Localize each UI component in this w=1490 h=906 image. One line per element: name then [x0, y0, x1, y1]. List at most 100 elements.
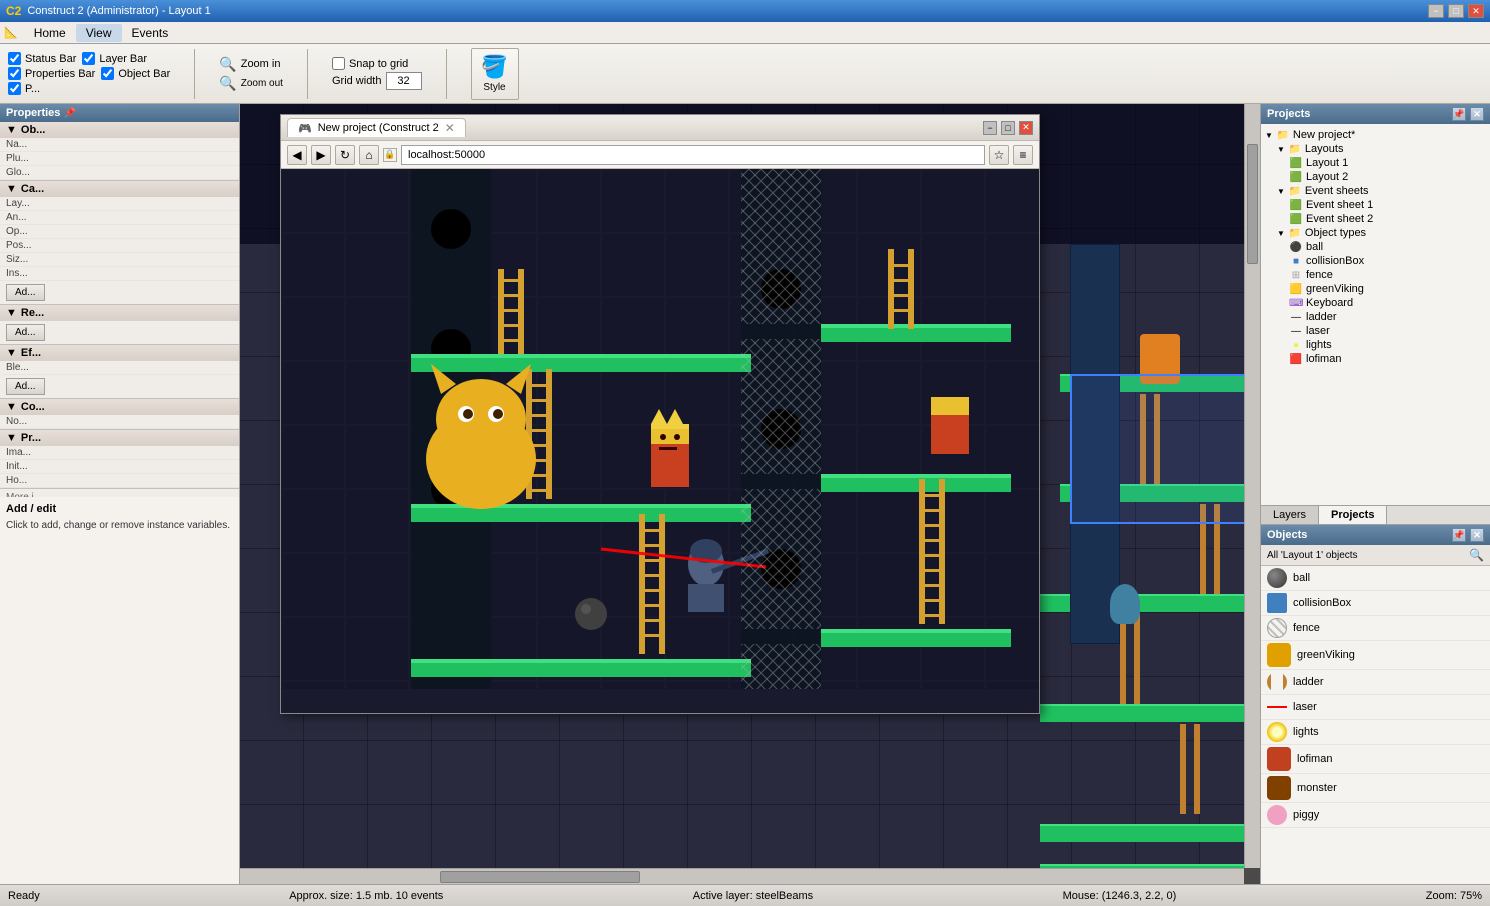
maximize-button[interactable]: □ [1448, 4, 1464, 18]
objects-close-button[interactable]: ✕ [1470, 528, 1484, 542]
canvas-scrollbar-horizontal[interactable] [240, 868, 1244, 884]
browser-maximize[interactable]: □ [1001, 121, 1015, 135]
tree-item-layout2[interactable]: 🟩 Layout 2 [1265, 170, 1486, 184]
home-button[interactable]: ⌂ [359, 145, 379, 165]
props-add-btn-1[interactable]: Ad... [6, 284, 45, 301]
extra-bar-check[interactable]: P... [8, 82, 40, 95]
obj-row-lofiman[interactable]: lofiman [1261, 745, 1490, 774]
snap-to-grid-checkbox[interactable] [332, 57, 345, 70]
menu-view[interactable]: View [76, 24, 122, 42]
object-bar-check[interactable]: Object Bar [101, 67, 170, 80]
projects-close-button[interactable]: ✕ [1470, 107, 1484, 121]
properties-panel: Properties 📌 ▼ Ob... Na... Plu... Glo... [0, 104, 240, 884]
props-section-ef-header[interactable]: ▼ Ef... [0, 345, 239, 361]
tree-item-ladder[interactable]: — ladder [1265, 310, 1486, 324]
main-layout: Properties 📌 ▼ Ob... Na... Plu... Glo... [0, 104, 1490, 884]
scroll-thumb-vertical[interactable] [1247, 144, 1258, 264]
obj-row-ball[interactable]: ball [1261, 566, 1490, 591]
browser-close[interactable]: ✕ [1019, 121, 1033, 135]
obj-row-laser[interactable]: laser [1261, 695, 1490, 720]
tab-projects[interactable]: Projects [1319, 506, 1387, 524]
grid-width-input[interactable] [386, 72, 422, 90]
objects-pin-button[interactable]: 📌 [1452, 528, 1466, 542]
tree-item-event2[interactable]: 🟩 Event sheet 2 [1265, 212, 1486, 226]
tree-item-event1[interactable]: 🟩 Event sheet 1 [1265, 198, 1486, 212]
tree-item-eventsheets[interactable]: ▼ 📁 Event sheets [1265, 184, 1486, 198]
canvas-scrollbar-vertical[interactable] [1244, 104, 1260, 868]
style-icon: 🪣 [481, 54, 508, 80]
tree-item-keyboard[interactable]: ⌨ Keyboard [1265, 296, 1486, 310]
layer-bar-check[interactable]: Layer Bar [82, 52, 147, 65]
properties-bar-check[interactable]: Properties Bar [8, 67, 95, 80]
props-row-size: Siz... [0, 253, 239, 267]
minimize-button[interactable]: − [1428, 4, 1444, 18]
obj-row-collisionbox[interactable]: collisionBox [1261, 591, 1490, 616]
tree-item-lofiman[interactable]: 🟥 lofiman [1265, 352, 1486, 366]
laser-obj-label: laser [1293, 701, 1317, 713]
ball-object-icon [1267, 568, 1287, 588]
obj-row-ladder[interactable]: ladder [1261, 670, 1490, 695]
back-button[interactable]: ◀ [287, 145, 307, 165]
layer-bar-checkbox[interactable] [82, 52, 95, 65]
scroll-thumb-horizontal[interactable] [440, 871, 640, 883]
props-section-re-header[interactable]: ▼ Re... [0, 305, 239, 321]
browser-minimize[interactable]: − [983, 121, 997, 135]
browser-window[interactable]: 🎮 New project (Construct 2 ✕ − □ ✕ ◀ ▶ ↻… [280, 114, 1040, 714]
canvas-area[interactable]: 🎮 New project (Construct 2 ✕ − □ ✕ ◀ ▶ ↻… [240, 104, 1260, 884]
style-button[interactable]: 🪣 Style [471, 48, 519, 100]
props-add-btn-2[interactable]: Ad... [6, 324, 45, 341]
obj-row-monster[interactable]: monster [1261, 774, 1490, 803]
status-bar: Ready Approx. size: 1.5 mb. 10 events Ac… [0, 884, 1490, 906]
tree-item-laser[interactable]: — laser [1265, 324, 1486, 338]
props-section-pr-header[interactable]: ▼ Pr... [0, 430, 239, 446]
game-scene-svg [281, 169, 1039, 689]
tree-item-lights[interactable]: ● lights [1265, 338, 1486, 352]
obj-row-fence[interactable]: fence [1261, 616, 1490, 641]
tab-layers[interactable]: Layers [1261, 506, 1319, 524]
tree-item-ball[interactable]: ⚫ ball [1265, 240, 1486, 254]
title-bar: C2 Construct 2 (Administrator) - Layout … [0, 0, 1490, 22]
status-bar-checkbox[interactable] [8, 52, 21, 65]
char-player-editor [1110, 584, 1140, 624]
menu-home[interactable]: Home [24, 24, 76, 42]
forward-button[interactable]: ▶ [311, 145, 331, 165]
refresh-button[interactable]: ↻ [335, 145, 355, 165]
tree-item-greenviking[interactable]: 🟨 greenViking [1265, 282, 1486, 296]
zoom-in-label[interactable]: Zoom in [241, 58, 281, 70]
zoom-out-label[interactable]: Zoom out [241, 78, 283, 89]
url-bar[interactable] [401, 145, 985, 165]
status-bar-check[interactable]: Status Bar [8, 52, 76, 65]
close-button[interactable]: ✕ [1468, 4, 1484, 18]
browser-window-controls: − □ ✕ [983, 121, 1033, 135]
props-section-object-header[interactable]: ▼ Ob... [0, 122, 239, 138]
tree-item-collisionbox[interactable]: ■ collisionBox [1265, 254, 1486, 268]
obj-row-greenviking[interactable]: greenViking [1261, 641, 1490, 670]
tree-item-layout1[interactable]: 🟩 Layout 1 [1265, 156, 1486, 170]
browser-tab-close[interactable]: ✕ [445, 121, 455, 135]
menu-events[interactable]: Events [122, 24, 179, 42]
props-section-co-header[interactable]: ▼ Co... [0, 399, 239, 415]
properties-bar-checkbox[interactable] [8, 67, 21, 80]
browser-tab[interactable]: 🎮 New project (Construct 2 ✕ [287, 118, 466, 137]
lights-label: lights [1306, 339, 1332, 351]
obj-row-lights[interactable]: lights [1261, 720, 1490, 745]
keyboard-tree-icon: ⌨ [1289, 298, 1303, 309]
projects-pin-button[interactable]: 📌 [1452, 107, 1466, 121]
objects-filter-icon[interactable]: 🔍 [1469, 548, 1484, 562]
object-bar-checkbox[interactable] [101, 67, 114, 80]
props-row-name: Na... [0, 138, 239, 152]
tree-item-layouts[interactable]: ▼ 📁 Layouts [1265, 142, 1486, 156]
bookmark-button[interactable]: ☆ [989, 145, 1009, 165]
menu-button[interactable]: ≡ [1013, 145, 1033, 165]
snap-to-grid-row: Snap to grid [332, 57, 422, 70]
tree-item-newproject[interactable]: ▼ 📁 New project* [1265, 128, 1486, 142]
obj-row-piggy[interactable]: piggy [1261, 803, 1490, 828]
eventsheets-arrow: ▼ [1277, 187, 1285, 196]
props-section-ca-header[interactable]: ▼ Ca... [0, 181, 239, 197]
lofiman-tree-icon: 🟥 [1289, 354, 1303, 365]
tree-item-fence[interactable]: ⊞ fence [1265, 268, 1486, 282]
extra-bar-checkbox[interactable] [8, 82, 21, 95]
props-add-btn-3[interactable]: Ad... [6, 378, 45, 395]
toolbar-zoom-section: 🔍 Zoom in 🔍 Zoom out [219, 56, 283, 92]
tree-item-objecttypes[interactable]: ▼ 📁 Object types [1265, 226, 1486, 240]
